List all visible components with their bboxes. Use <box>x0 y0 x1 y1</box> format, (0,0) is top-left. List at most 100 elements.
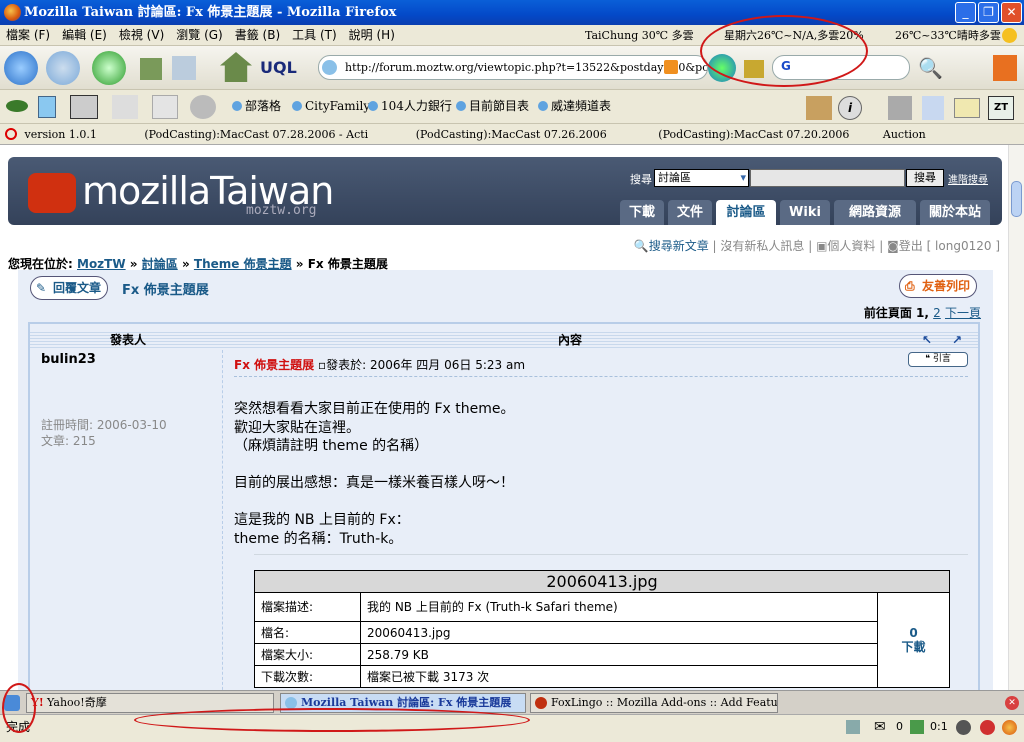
tab-docs[interactable]: 文件 <box>668 200 712 225</box>
ticker-item[interactable]: version 1.0.1 <box>25 128 97 141</box>
attachment-value: 20060413.jpg <box>360 621 878 644</box>
notepad-icon[interactable] <box>70 95 98 119</box>
ticker-item[interactable]: (PodCasting):MacCast 07.20.2006 <box>658 128 849 141</box>
bookmark-cityfamily[interactable]: CityFamily <box>292 98 370 114</box>
private-message-status[interactable]: 沒有新私人訊息 <box>720 239 804 253</box>
exit-icon[interactable] <box>993 55 1017 81</box>
leaf-icon[interactable] <box>6 100 28 112</box>
bookmark-104[interactable]: 104人力銀行 <box>368 98 452 114</box>
search-scope-select[interactable]: 討論區 ▾ <box>654 169 749 187</box>
menu-view[interactable]: 檢視 (V) <box>113 25 170 46</box>
tab-wiki[interactable]: Wiki <box>780 200 830 225</box>
paste-icon[interactable] <box>190 95 216 119</box>
url-input[interactable]: http://forum.moztw.org/viewtopic.php?t=1… <box>318 55 708 80</box>
post-line: 歡迎大家貼在這裡。 <box>234 419 360 436</box>
tab-about[interactable]: 關於本站 <box>920 200 990 225</box>
weather-forecast-2[interactable]: 26℃~33℃晴時多雲 <box>895 25 1001 46</box>
page-icon[interactable] <box>38 96 56 118</box>
close-tab-icon[interactable]: ✕ <box>1005 696 1019 710</box>
menu-edit[interactable]: 編輯 (E) <box>56 25 113 46</box>
tool-icon[interactable] <box>888 96 912 120</box>
maximize-button[interactable]: ❐ <box>978 2 999 23</box>
profile-link[interactable]: 個人資料 <box>827 239 875 253</box>
post-line: （麻煩請註明 theme 的名稱） <box>234 438 429 454</box>
weather-current[interactable]: TaiChung 30℃ 多雲 <box>585 25 694 46</box>
card-icon[interactable] <box>954 98 980 118</box>
bookmark-icon <box>292 101 302 111</box>
breadcrumb-prefix: 您現在位於: <box>8 257 73 271</box>
menu-go[interactable]: 瀏覽 (G) <box>170 25 228 46</box>
site-search-button[interactable]: 搜尋 <box>906 169 944 187</box>
attachment-table: 20060413.jpg 檔案描述: 我的 NB 上目前的 Fx (Truth-k… <box>254 570 950 688</box>
menu-bar: 檔案 (F) 編輯 (E) 檢視 (V) 瀏覽 (G) 書籤 (B) 工具 (T) 說明 (… <box>0 25 1024 46</box>
stop-icon[interactable] <box>5 128 17 140</box>
scrollbar-thumb[interactable] <box>1011 181 1022 217</box>
bookmark-blog[interactable]: 部落格 <box>232 98 281 114</box>
mozilla-icon <box>535 697 547 709</box>
post-author[interactable]: bulin23 <box>41 352 96 367</box>
ticker-item[interactable]: (PodCasting):MacCast 07.26.2006 <box>416 128 607 141</box>
image-icon[interactable] <box>806 96 832 120</box>
magnifier-icon[interactable]: 🔍 <box>918 56 943 80</box>
block-icon[interactable] <box>980 720 995 735</box>
site-search-input[interactable] <box>750 169 905 187</box>
firefox-status-icon[interactable] <box>1002 720 1017 735</box>
download-link[interactable]: 下載 <box>884 640 943 654</box>
tab-download[interactable]: 下載 <box>620 200 664 225</box>
translate-icon[interactable] <box>922 96 944 120</box>
menu-bookmarks[interactable]: 書籤 (B) <box>229 25 286 46</box>
bookmark-channels[interactable]: 威達頻道表 <box>538 98 611 114</box>
site-header: mozillaTaiwan moztw.org 搜尋 討論區 ▾ 搜尋 進階搜尋 … <box>8 157 1002 225</box>
forward-button[interactable] <box>46 51 80 85</box>
topic-title[interactable]: Fx 佈景主題展 <box>122 279 209 298</box>
network-icon[interactable] <box>846 720 860 734</box>
close-button[interactable]: ✕ <box>1001 2 1022 23</box>
advanced-search-link[interactable]: 進階搜尋 <box>948 171 988 186</box>
zt-icon[interactable]: ZT <box>988 96 1014 120</box>
bookmark-program[interactable]: 目前節目表 <box>456 98 529 114</box>
breadcrumb-moztw[interactable]: MozTW <box>77 257 126 271</box>
attachment-label: 檔案描述: <box>254 592 361 622</box>
page-2-link[interactable]: 2 <box>933 306 941 320</box>
author-post-count: 文章: 215 <box>41 434 96 448</box>
back-button[interactable] <box>4 51 38 85</box>
menu-help[interactable]: 說明 (H) <box>343 25 401 46</box>
tab-resources[interactable]: 網路資源 <box>834 200 916 225</box>
breadcrumb-forum[interactable]: 討論區 <box>142 257 178 271</box>
logout-link[interactable]: 登出 [ long0120 ] <box>899 239 1000 253</box>
tab-forum[interactable]: 討論區 <box>716 200 776 225</box>
ticker-item[interactable]: (PodCasting):MacCast 07.28.2006 - Acti <box>144 128 368 141</box>
mail-icon[interactable]: ✉ <box>874 715 886 739</box>
browser-tab-foxlingo[interactable]: FoxLingo :: Mozilla Add-ons :: Add Featu… <box>530 693 778 713</box>
scissors-icon[interactable] <box>112 95 138 119</box>
reply-button[interactable]: ✎ 回覆文章 <box>30 276 109 300</box>
home-alt-icon[interactable] <box>172 56 196 80</box>
post-subject[interactable]: Fx 佈景主題展 <box>234 358 314 372</box>
menu-file[interactable]: 檔案 (F) <box>0 25 56 46</box>
attachment-divider <box>254 554 968 555</box>
trash-icon[interactable] <box>140 58 162 80</box>
rss-feed-icon[interactable] <box>664 60 678 74</box>
status-counter: 0:1 <box>930 720 948 733</box>
download-icon[interactable] <box>910 720 924 734</box>
arrow-up-left-icon[interactable]: ↖ <box>922 332 932 348</box>
quote-button[interactable]: ❝ 引言 <box>908 352 968 367</box>
breadcrumb-theme[interactable]: Theme 佈景主題 <box>194 257 292 271</box>
bookmark-icon <box>368 101 378 111</box>
annotation-circle <box>2 683 36 733</box>
ticker-item[interactable]: Auction <box>883 128 926 141</box>
reload-button[interactable] <box>92 51 126 85</box>
next-page-link[interactable]: 下一頁 <box>945 306 981 320</box>
status-circle-icon[interactable] <box>956 720 971 735</box>
menu-tools[interactable]: 工具 (T) <box>286 25 343 46</box>
print-button[interactable]: ⎙ 友善列印 <box>899 274 978 298</box>
bookmark-label: 104人力銀行 <box>381 99 452 113</box>
bookmark-icon <box>232 101 242 111</box>
vertical-scrollbar[interactable] <box>1008 145 1024 690</box>
info-icon[interactable]: i <box>838 96 862 120</box>
url-logo-icon[interactable]: UQL <box>260 58 297 77</box>
copy-icon[interactable] <box>152 95 178 119</box>
minimize-button[interactable]: _ <box>955 2 976 23</box>
arrow-up-right-icon[interactable]: ↗ <box>952 332 962 348</box>
search-new-posts-link[interactable]: 搜尋新文章 <box>649 239 709 253</box>
